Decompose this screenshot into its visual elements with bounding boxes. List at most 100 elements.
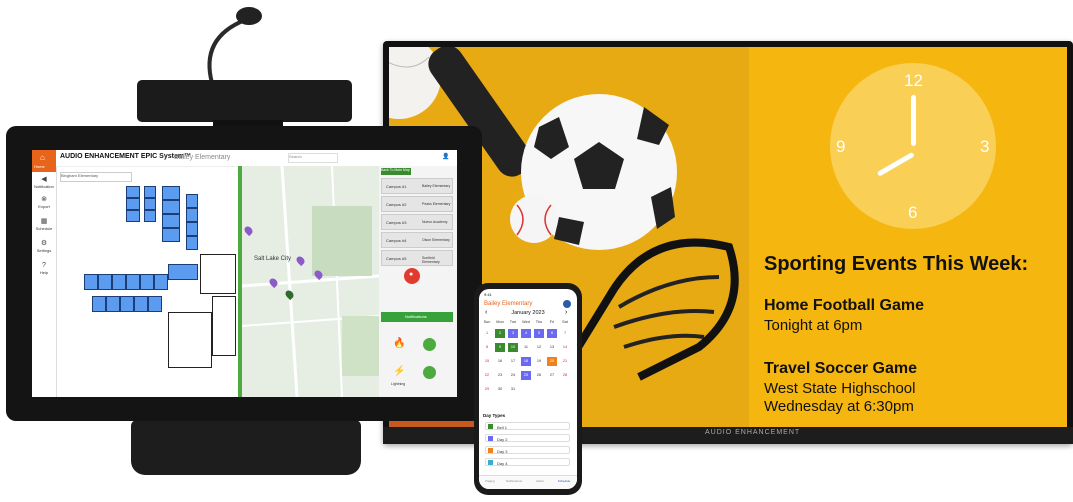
play-button[interactable] <box>423 338 436 351</box>
weekday-label: Wed <box>522 320 530 324</box>
day-type-item[interactable]: Day 4 <box>485 458 570 466</box>
tab-paging[interactable]: Paging <box>481 479 499 483</box>
calendar-day[interactable]: 8 <box>482 343 492 352</box>
calendar-day[interactable]: 3 <box>508 329 518 338</box>
campus-item[interactable]: Campus #4 Olson Elementary <box>381 232 453 248</box>
calendar-day[interactable]: 19 <box>534 357 544 366</box>
calendar-day[interactable]: 27 <box>547 371 557 380</box>
room[interactable] <box>162 186 180 200</box>
calendar-day[interactable]: 10 <box>508 343 518 352</box>
calendar-day[interactable]: 20 <box>547 357 557 366</box>
tab-alerts[interactable]: Alerts <box>531 479 549 483</box>
calendar-day[interactable]: 18 <box>521 357 531 366</box>
room[interactable] <box>144 210 156 222</box>
calendar-day[interactable]: 9 <box>495 343 505 352</box>
calendar-day[interactable]: 2 <box>495 329 505 338</box>
campus-item[interactable]: Campus #1 Bailey Elementary <box>381 178 453 194</box>
campus-item[interactable]: Campus #5 Sunfield Elementary <box>381 250 453 266</box>
calendar-day[interactable]: 16 <box>495 357 505 366</box>
tablet-stand <box>131 420 361 475</box>
calendar-day[interactable]: 6 <box>547 329 557 338</box>
room[interactable] <box>148 296 162 312</box>
room[interactable] <box>186 236 198 250</box>
campus-item[interactable]: Campus #3 Nuevo Academy <box>381 214 453 230</box>
room[interactable] <box>140 274 154 290</box>
calendar-day[interactable]: 21 <box>560 357 570 366</box>
room[interactable] <box>168 264 198 280</box>
calendar-day[interactable]: 5 <box>534 329 544 338</box>
sidebar-item-notification[interactable]: ◀ Notification <box>32 176 56 189</box>
room[interactable] <box>112 274 126 290</box>
user-icon[interactable]: 👤 <box>442 153 449 160</box>
calendar-day[interactable]: 4 <box>521 329 531 338</box>
school-dropdown[interactable]: Bingham Elementary <box>60 172 132 182</box>
campus-item[interactable]: Campus #2 Peaks Elementary <box>381 196 453 212</box>
room[interactable] <box>144 186 156 198</box>
calendar-day[interactable]: 12 <box>534 343 544 352</box>
room[interactable] <box>186 208 198 222</box>
event-detail: Tonight at 6pm <box>764 317 863 334</box>
calendar-day[interactable]: 15 <box>482 357 492 366</box>
room[interactable] <box>106 296 120 312</box>
tab-notifications[interactable]: Notifications <box>505 479 523 483</box>
room[interactable] <box>84 274 98 290</box>
floor-plan <box>82 184 238 384</box>
microphone-icon: ● <box>409 271 414 278</box>
calendar-day[interactable]: 22 <box>482 371 492 380</box>
sidebar-item-help[interactable]: ? Help <box>32 262 56 275</box>
calendar-day[interactable]: 7 <box>560 329 570 338</box>
play-button[interactable] <box>423 366 436 379</box>
sidebar-item-export[interactable]: ⊗ Export <box>32 196 56 209</box>
calendar-day[interactable]: 26 <box>534 371 544 380</box>
calendar-day[interactable]: 14 <box>560 343 570 352</box>
sidebar-item-schedule[interactable]: ▦ Schedule <box>32 218 56 231</box>
sidebar-item-settings[interactable]: ⚙ Settings <box>32 240 56 253</box>
chevron-right-icon[interactable]: › <box>565 309 567 316</box>
clock-number-6: 6 <box>908 203 918 222</box>
room[interactable] <box>120 296 134 312</box>
weekday-label: Sun <box>483 320 491 324</box>
calendar-day[interactable]: 25 <box>521 371 531 380</box>
calendar-day[interactable]: 13 <box>547 343 557 352</box>
room[interactable] <box>126 186 140 198</box>
room[interactable] <box>186 222 198 236</box>
calendar-day[interactable]: 24 <box>508 371 518 380</box>
room[interactable] <box>162 200 180 214</box>
room[interactable] <box>162 228 180 242</box>
sidebar-item-home[interactable]: ⌂ Home <box>32 150 56 172</box>
day-type-item[interactable]: Day 2 <box>485 434 570 442</box>
calendar-day[interactable]: 11 <box>521 343 531 352</box>
microphone-button[interactable]: ● <box>404 268 420 284</box>
phone-tab-bar: Paging Notifications Alerts Schedule <box>479 475 577 489</box>
calendar-day[interactable]: 29 <box>482 385 492 394</box>
calendar-day[interactable]: 1 <box>482 329 492 338</box>
day-types-title: Day Types <box>483 413 506 418</box>
room[interactable] <box>92 296 106 312</box>
day-type-label: Day 3 <box>497 448 508 454</box>
room[interactable] <box>186 194 198 208</box>
search-input[interactable]: Search <box>288 153 338 163</box>
room[interactable] <box>126 274 140 290</box>
calendar-day[interactable]: 17 <box>508 357 518 366</box>
back-to-map-button[interactable]: Back To Main Map <box>381 168 411 175</box>
clock-number-9: 9 <box>836 137 846 156</box>
profile-icon[interactable] <box>563 300 571 308</box>
room[interactable] <box>134 296 148 312</box>
calendar-day[interactable]: 23 <box>495 371 505 380</box>
room[interactable] <box>126 210 140 222</box>
room[interactable] <box>98 274 112 290</box>
room[interactable] <box>144 198 156 210</box>
day-type-item[interactable]: Bell 1 <box>485 422 570 430</box>
room[interactable] <box>126 198 140 210</box>
calendar-day[interactable]: 31 <box>508 385 518 394</box>
notifications-bar[interactable]: Notifications <box>381 312 453 322</box>
calendar-day[interactable]: 28 <box>560 371 570 380</box>
room[interactable] <box>154 274 168 290</box>
office-wall <box>212 296 236 356</box>
tab-schedule[interactable]: Schedule <box>555 479 573 483</box>
day-type-item[interactable]: Day 3 <box>485 446 570 454</box>
room[interactable] <box>162 214 180 228</box>
sidebar: ⌂ Home ◀ Notification ⊗ Export ▦ Schedul… <box>32 150 57 397</box>
city-map[interactable]: Salt Lake City <box>242 166 379 397</box>
calendar-day[interactable]: 30 <box>495 385 505 394</box>
